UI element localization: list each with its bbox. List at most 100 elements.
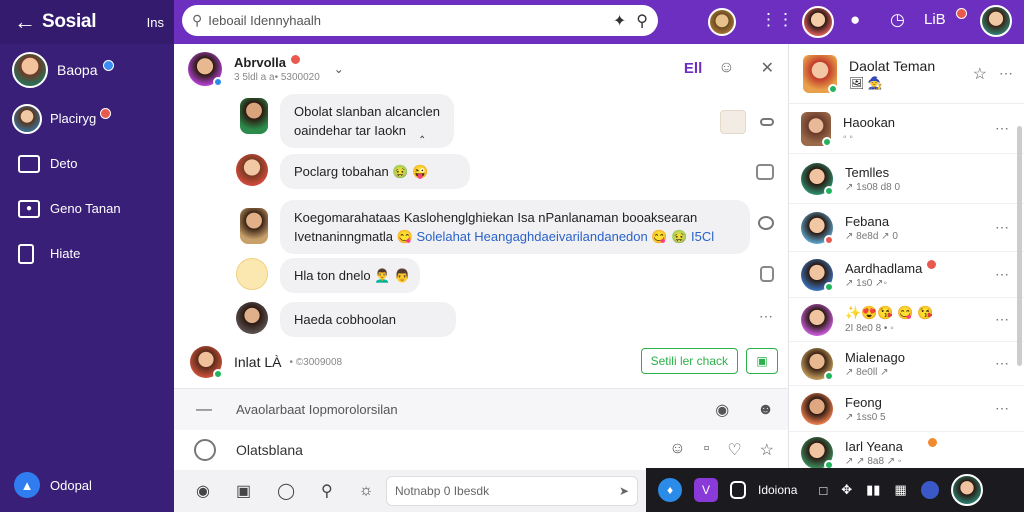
- sidebar-item-hiate[interactable]: Hiate: [0, 231, 174, 276]
- contact-item[interactable]: Mialenago ↗ 8e0ll ↗ ⋯: [789, 342, 1024, 386]
- chat-header-label[interactable]: Ell: [684, 60, 702, 77]
- grid-icon[interactable]: ▦: [894, 482, 906, 498]
- avatar[interactable]: [950, 474, 983, 506]
- send-icon[interactable]: ➤: [619, 484, 629, 498]
- sticker-icon[interactable]: ☼: [359, 482, 374, 500]
- avatar[interactable]: [802, 6, 834, 38]
- message-text: Hla ton dnelo 👨‍🦱 👨: [294, 268, 411, 283]
- emoji-icon[interactable]: ☺: [669, 440, 685, 460]
- message-text: Poclarg tobahan 🤢 😜: [294, 164, 429, 179]
- globe-icon[interactable]: [920, 481, 939, 499]
- message-input-row: Olatsblana ☺ ▫ ♡ ☆: [174, 430, 788, 470]
- contacts-title-text: Daolat Teman: [849, 57, 936, 74]
- profile-item[interactable]: Baopa: [0, 44, 174, 96]
- camera-icon[interactable]: ◉: [196, 481, 210, 501]
- emoji-icon[interactable]: ☺: [718, 59, 734, 77]
- reply-row: — Avaolarbaat Iopmorolorsilan ◉ ☻: [174, 388, 788, 430]
- contact-item[interactable]: Aardhadlama ↗ 1s0 ↗◦ ⋯: [789, 252, 1024, 298]
- badge-label[interactable]: LiB: [924, 11, 946, 28]
- contacts-title: Daolat Teman 🖼 🧙: [849, 58, 973, 90]
- message-bubble: Obolat slanban alcanclen oaindehar tar I…: [280, 94, 454, 148]
- clock-icon[interactable]: ◷: [890, 10, 905, 30]
- avatar[interactable]: [188, 52, 223, 87]
- avatar[interactable]: [708, 8, 736, 36]
- star-icon[interactable]: ☆: [760, 440, 774, 460]
- message-input[interactable]: Olatsblana: [236, 442, 303, 458]
- check-icon[interactable]: ▣: [746, 348, 778, 374]
- more-options-icon[interactable]: ⋯: [995, 400, 1010, 417]
- contact-name: Iarl Yeana: [845, 439, 903, 454]
- scrollbar[interactable]: [1017, 126, 1022, 366]
- photo-icon[interactable]: ▣: [236, 481, 251, 501]
- sidebar-item-label: Geno Tanan: [50, 201, 121, 216]
- reply-input[interactable]: Avaolarbaat Iopmorolorsilan: [236, 402, 715, 417]
- taskbar-label[interactable]: Idoiona: [758, 483, 797, 497]
- document-icon[interactable]: [756, 164, 774, 180]
- back-arrow-icon[interactable]: ←: [14, 9, 42, 35]
- contact-item[interactable]: Temlles ↗ 1s08 d8 0: [789, 154, 1024, 204]
- tools-search-input[interactable]: Notnabp 0 Ibesdk: [395, 484, 619, 498]
- window-icon[interactable]: □: [819, 483, 827, 498]
- clear-icon[interactable]: ✦: [613, 11, 626, 31]
- more-options-icon[interactable]: ⋯: [995, 355, 1010, 372]
- twitter-icon[interactable]: ♦: [658, 478, 682, 502]
- image-icon[interactable]: [720, 110, 746, 134]
- more-options-icon[interactable]: ⋯: [995, 311, 1010, 328]
- header-label[interactable]: Ins: [147, 15, 164, 30]
- message-link[interactable]: Solelahat Heangaghdaeivarilandanedon: [416, 229, 647, 244]
- star-icon[interactable]: ☆: [973, 64, 987, 84]
- contact-item[interactable]: Haookan ◦ ◦ ⋯: [789, 104, 1024, 154]
- search-bar[interactable]: ⚲ Ieboail Idennyhaalh ✦ ⚲: [182, 5, 658, 36]
- contacts-panel: Daolat Teman 🖼 🧙 ☆ ⋯ Haookan ◦ ◦ ⋯ Temll…: [788, 44, 1024, 470]
- more-options-icon[interactable]: ⋯: [995, 266, 1010, 283]
- split-icon[interactable]: ▮▮: [866, 482, 880, 498]
- chat-icon[interactable]: ●: [850, 10, 860, 30]
- sidebar-item-geno-tanan[interactable]: ● Geno Tanan: [0, 186, 174, 231]
- contact-item[interactable]: ✨😍😘 😋 😘 2I 8e0 8 • ◦ ⋯: [789, 298, 1024, 342]
- link-icon[interactable]: [760, 118, 774, 126]
- sidebar-bottom-item[interactable]: ▲ Odopal: [14, 472, 92, 498]
- avatar[interactable]: [803, 54, 838, 94]
- close-icon[interactable]: ✕: [761, 58, 774, 78]
- arrows-icon[interactable]: ✥: [841, 482, 852, 498]
- search-input[interactable]: Ieboail Idennyhaalh: [208, 13, 603, 28]
- sidebar-item-placiryg[interactable]: Placiryg: [0, 96, 174, 141]
- person-icon[interactable]: ☻: [757, 401, 774, 419]
- page-icon: [18, 243, 34, 264]
- more-options-icon[interactable]: ⋯: [999, 65, 1014, 82]
- minus-icon[interactable]: —: [196, 401, 236, 419]
- more-options-icon[interactable]: ⋯: [995, 120, 1010, 137]
- notification-dot: [100, 108, 112, 119]
- apps-grid-icon[interactable]: ⋮⋮: [760, 10, 794, 30]
- mic-icon[interactable]: ◯: [277, 481, 295, 501]
- more-options-icon[interactable]: ⋯: [759, 308, 774, 325]
- chat-contact-name: Abrvolla: [234, 55, 287, 70]
- message-text: Ivetnaninngmatla 😋: [294, 229, 413, 244]
- person-icon[interactable]: [760, 266, 774, 282]
- input-actions: ☺ ▫ ♡ ☆: [669, 440, 774, 460]
- message-bubble: Koegomarahataas Kaslohenglghiekan Isa nP…: [280, 200, 750, 254]
- contact-item[interactable]: Feong ↗ 1ss0 5 ⋯: [789, 386, 1024, 432]
- check-button[interactable]: Setili ler chack: [640, 348, 738, 374]
- profile-name: Baopa: [57, 62, 98, 78]
- search-button-icon[interactable]: ⚲: [636, 11, 648, 31]
- app-icon[interactable]: V: [694, 478, 718, 502]
- pin-icon[interactable]: ◉: [715, 400, 729, 420]
- avatar: [240, 208, 268, 244]
- react-icon[interactable]: [758, 216, 774, 230]
- gif-icon[interactable]: ▫: [704, 440, 710, 460]
- contact-name: Haookan: [843, 114, 896, 130]
- avatar[interactable]: [980, 5, 1012, 37]
- search-icon[interactable]: ⚲: [321, 481, 333, 501]
- message-text: Koegomarahataas Kaslohenglghiekan Isa nP…: [294, 210, 698, 225]
- avatar[interactable]: [190, 346, 223, 379]
- more-options-icon[interactable]: ⋯: [995, 219, 1010, 236]
- lock-icon[interactable]: [730, 481, 746, 499]
- contact-item[interactable]: Febana ↗ 8e8d ↗ 0 ⋯: [789, 204, 1024, 252]
- heart-icon[interactable]: ♡: [727, 440, 741, 460]
- avatar: [801, 111, 832, 147]
- sidebar-item-deto[interactable]: Deto: [0, 141, 174, 186]
- chevron-down-icon[interactable]: ⌄: [334, 62, 344, 76]
- attach-icon[interactable]: [194, 439, 216, 461]
- tools-search[interactable]: Notnabp 0 Ibesdk ➤: [386, 476, 638, 506]
